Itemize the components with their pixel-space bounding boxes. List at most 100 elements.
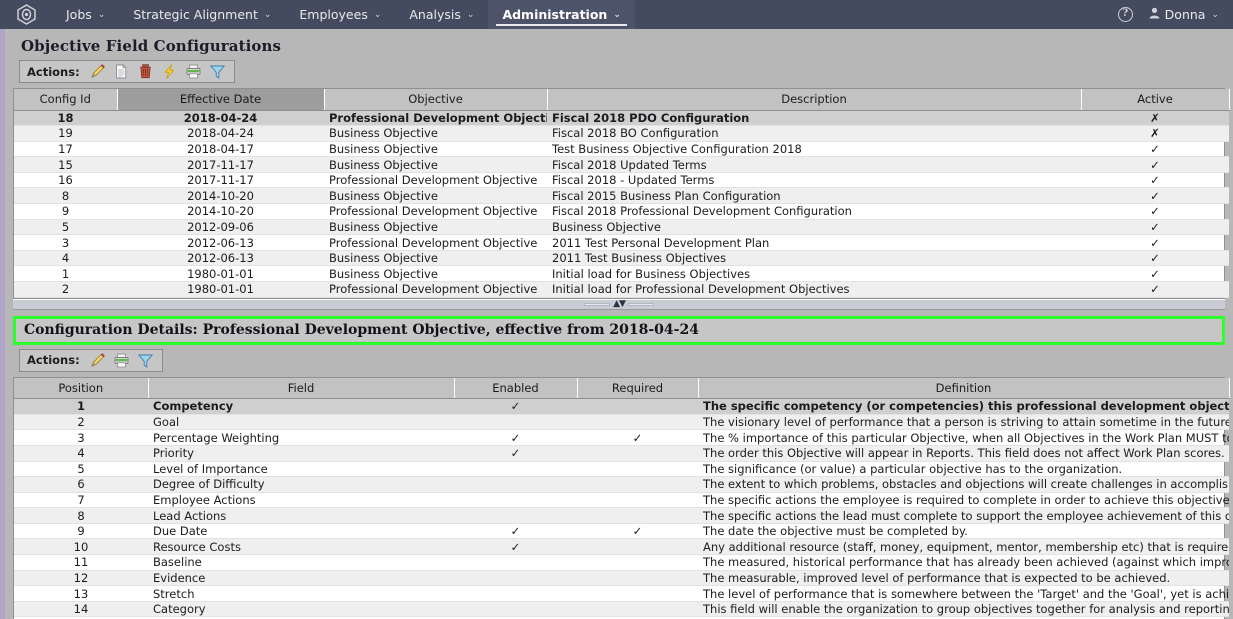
- table-row[interactable]: 1 1980-01-01 Business Objective Initial loa…: [14, 265, 1229, 283]
- page-title: Objective Field Configurations: [21, 37, 282, 55]
- config-grid-body: 18 2018-04-24 Professional Development Obj…: [14, 110, 1229, 298]
- cell-objective: Business Objective: [324, 125, 547, 142]
- cell-description: Initial load for Professional Developmen…: [547, 281, 1081, 298]
- column-header-required[interactable]: Required: [577, 377, 699, 400]
- column-header-definition[interactable]: Definition: [698, 377, 1230, 400]
- splitter-bar-right: [627, 302, 654, 306]
- nav-item-label: Jobs: [66, 7, 92, 22]
- cell-definition: The order this Objective will appear in …: [698, 445, 1229, 462]
- table-row[interactable]: 14 Category This field will enable the org…: [14, 601, 1229, 618]
- nav-right-group: ? Donna ⌄: [1117, 0, 1233, 29]
- column-header-config-id[interactable]: Config Id: [14, 89, 118, 111]
- table-row[interactable]: 19 2018-04-24 Business Objective Fiscal 201…: [14, 125, 1229, 142]
- table-row[interactable]: 4 2012-06-13 Business Objective 2011 Test B…: [14, 250, 1229, 267]
- column-header-objective[interactable]: Objective: [324, 89, 548, 111]
- cell-config-id: 17: [14, 141, 117, 158]
- table-row[interactable]: 17 2018-04-17 Business Objective Test Busin…: [14, 141, 1229, 158]
- cube-logo-icon[interactable]: [0, 0, 52, 29]
- table-row[interactable]: 2 1980-01-01 Professional Development Obje…: [14, 281, 1229, 298]
- cell-required: [577, 476, 698, 493]
- cell-active: ✓: [1081, 219, 1229, 236]
- nav-item-administration[interactable]: Administration ⌄: [488, 0, 635, 29]
- table-row[interactable]: 5 Level of Importance The significance (or…: [14, 461, 1229, 478]
- table-row[interactable]: 8 Lead Actions The specific actions the le…: [14, 507, 1229, 524]
- cell-definition: Any additional resource (staff, money, e…: [698, 538, 1229, 556]
- table-row[interactable]: 9 Due Date ✓ ✓ The date the objective must b…: [14, 523, 1229, 540]
- nav-item-analysis[interactable]: Analysis ⌄: [395, 0, 488, 29]
- cell-enabled: ✓: [454, 445, 577, 462]
- help-icon[interactable]: ?: [1117, 7, 1133, 22]
- cell-description: Test Business Objective Configuration 20…: [547, 141, 1081, 158]
- print-icon[interactable]: [113, 352, 130, 369]
- column-header-enabled[interactable]: Enabled: [454, 377, 578, 400]
- table-row[interactable]: 5 2012-09-06 Business Objective Business Ob…: [14, 219, 1229, 236]
- nav-item-strategic-alignment[interactable]: Strategic Alignment ⌄: [119, 0, 285, 29]
- table-row[interactable]: 3 Percentage Weighting ✓ ✓ The % importance …: [14, 429, 1229, 446]
- cell-definition: The specific competency (or competencies…: [698, 398, 1229, 415]
- splitter-grip[interactable]: ▲▼: [584, 300, 654, 309]
- cell-position: 10: [14, 538, 148, 556]
- cell-field: Employee Actions: [148, 492, 454, 509]
- cell-position: 11: [14, 554, 148, 571]
- filter-funnel-icon[interactable]: [209, 63, 226, 80]
- cell-field: Percentage Weighting: [148, 429, 454, 446]
- user-menu[interactable]: Donna ⌄: [1149, 7, 1219, 22]
- edit-pencil-icon[interactable]: [89, 352, 106, 369]
- cell-objective: Professional Development Objective: [324, 172, 547, 189]
- quick-action-lightning-icon[interactable]: [161, 63, 178, 80]
- cell-objective: Business Objective: [324, 219, 547, 236]
- filter-funnel-icon[interactable]: [137, 352, 154, 369]
- cell-field: Lead Actions: [148, 507, 454, 524]
- user-name: Donna: [1164, 7, 1206, 22]
- table-row[interactable]: 18 2018-04-24 Professional Development Obj…: [14, 110, 1229, 127]
- cell-required: [577, 554, 698, 571]
- table-row[interactable]: 1 Competency ✓ The specific competency (or …: [14, 398, 1229, 415]
- cell-definition: The extent to which problems, obstacles …: [698, 476, 1229, 493]
- panel-splitter[interactable]: ▲▼: [13, 298, 1225, 310]
- cell-description: Fiscal 2018 Professional Development Con…: [547, 203, 1081, 220]
- cell-effective-date: 2014-10-20: [117, 203, 324, 220]
- fields-grid-header-row: Position Field Enabled Required Definition: [14, 377, 1230, 400]
- column-header-field[interactable]: Field: [148, 377, 455, 400]
- cell-field: Stretch: [148, 585, 454, 602]
- cell-required: [577, 585, 698, 602]
- cell-objective: Business Objective: [324, 265, 547, 283]
- print-icon[interactable]: [185, 63, 202, 80]
- cell-effective-date: 2012-09-06: [117, 219, 324, 236]
- cell-effective-date: 2018-04-24: [117, 110, 324, 127]
- cell-active: ✓: [1081, 203, 1229, 220]
- nav-item-jobs[interactable]: Jobs ⌄: [52, 0, 119, 29]
- cell-active: ✓: [1081, 234, 1229, 251]
- splitter-bar-left: [584, 302, 611, 306]
- table-row[interactable]: 12 Evidence The measurable, improved level…: [14, 570, 1229, 587]
- table-row[interactable]: 2 Goal The visionary level of performance …: [14, 414, 1229, 431]
- cell-field: Degree of Difficulty: [148, 476, 454, 493]
- nav-item-employees[interactable]: Employees ⌄: [285, 0, 395, 29]
- delete-trash-icon[interactable]: [137, 63, 154, 80]
- column-header-position[interactable]: Position: [14, 377, 149, 400]
- column-header-effective-date[interactable]: Effective Date: [117, 89, 325, 111]
- table-row[interactable]: 9 2014-10-20 Professional Development Obje…: [14, 203, 1229, 220]
- splitter-arrows-icon[interactable]: ▲▼: [613, 300, 626, 309]
- cell-config-id: 3: [14, 234, 117, 251]
- edit-pencil-icon[interactable]: [89, 63, 106, 80]
- cell-description: Fiscal 2018 BO Configuration: [547, 125, 1081, 142]
- table-row[interactable]: 3 2012-06-13 Professional Development Obje…: [14, 234, 1229, 251]
- table-row[interactable]: 15 2017-11-17 Business Objective Fiscal 201…: [14, 156, 1229, 173]
- table-row[interactable]: 11 Baseline The measured, historical perfo…: [14, 554, 1229, 571]
- cell-description: Fiscal 2018 Updated Terms: [547, 156, 1081, 173]
- table-row[interactable]: 4 Priority ✓ The order this Objective will …: [14, 445, 1229, 462]
- copy-document-icon[interactable]: [113, 63, 130, 80]
- table-row[interactable]: 8 2014-10-20 Business Objective Fiscal 2015…: [14, 187, 1229, 205]
- chevron-down-icon: ⌄: [97, 9, 106, 20]
- table-row[interactable]: 16 2017-11-17 Professional Development Obj…: [14, 172, 1229, 189]
- column-header-active[interactable]: Active: [1081, 89, 1230, 111]
- column-header-description[interactable]: Description: [547, 89, 1082, 111]
- table-row[interactable]: 7 Employee Actions The specific actions th…: [14, 492, 1229, 509]
- cell-field: Evidence: [148, 570, 454, 587]
- table-row[interactable]: 10 Resource Costs ✓ Any additional resource…: [14, 538, 1229, 556]
- table-row[interactable]: 6 Degree of Difficulty The extent to which…: [14, 476, 1229, 493]
- table-row[interactable]: 13 Stretch The level of performance that i…: [14, 585, 1229, 602]
- cell-enabled: [454, 585, 577, 602]
- cell-active: ✓: [1081, 281, 1229, 298]
